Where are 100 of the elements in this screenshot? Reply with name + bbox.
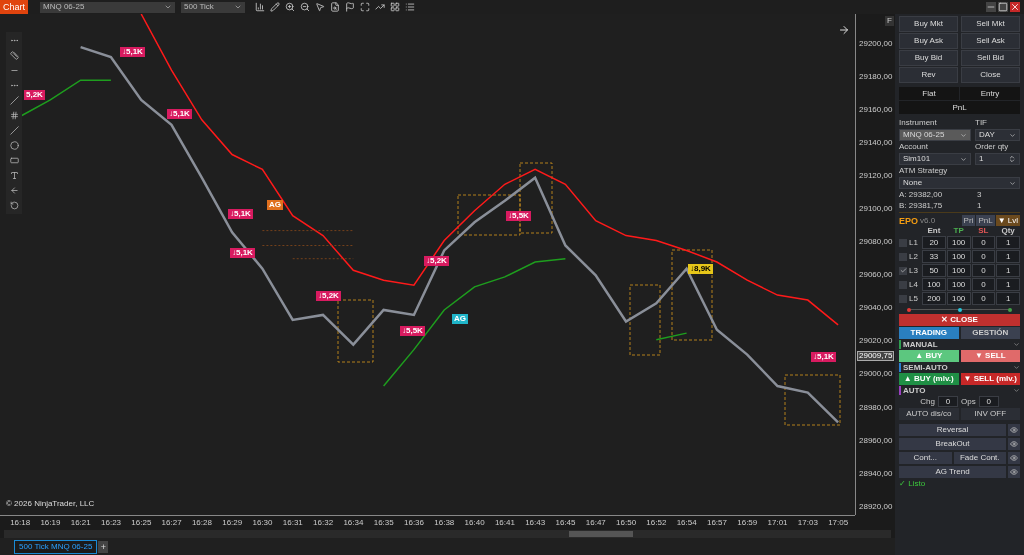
- order-button[interactable]: Buy Ask: [899, 33, 958, 49]
- minimize-icon[interactable]: [986, 2, 996, 12]
- add-tab-button[interactable]: +: [98, 541, 109, 553]
- level-input[interactable]: 100: [946, 278, 971, 291]
- hash-icon[interactable]: [9, 111, 19, 120]
- level-input[interactable]: 50: [922, 264, 946, 277]
- pointer-icon[interactable]: [315, 2, 325, 12]
- pencil-icon[interactable]: [270, 2, 280, 12]
- strategy-button[interactable]: AG Trend: [899, 466, 1006, 478]
- account-dropdown[interactable]: Sim101: [899, 153, 971, 165]
- trade-button[interactable]: ▼ SELL (mlv.): [960, 373, 1020, 385]
- strategy-button[interactable]: Cont...: [899, 452, 952, 464]
- eye-toggle[interactable]: [1008, 452, 1020, 464]
- mode-tab[interactable]: TRADING: [899, 327, 959, 339]
- flag-icon[interactable]: [345, 2, 355, 12]
- level-input[interactable]: 100: [946, 264, 971, 277]
- chart-tab[interactable]: 500 Tick MNQ 06-25: [14, 540, 98, 554]
- counter-field[interactable]: 0: [938, 396, 958, 407]
- strategy-button[interactable]: BreakOut: [899, 438, 1006, 450]
- level-checkbox[interactable]: [899, 252, 907, 261]
- zoom-in-icon[interactable]: [285, 2, 295, 12]
- instrument-dropdown[interactable]: MNQ 06-25: [40, 1, 175, 13]
- bar-chart-icon[interactable]: [255, 2, 265, 12]
- level-input[interactable]: 1: [996, 264, 1020, 277]
- strategy-button[interactable]: Reversal: [899, 424, 1006, 436]
- level-input[interactable]: 1: [996, 278, 1020, 291]
- dropdown-icon[interactable]: [960, 155, 967, 163]
- panel-button[interactable]: F: [885, 16, 894, 26]
- collapse-icon[interactable]: [1013, 364, 1020, 371]
- eye-toggle[interactable]: [1008, 424, 1020, 436]
- maximize-icon[interactable]: [998, 2, 1008, 12]
- chart-button[interactable]: Chart: [0, 0, 28, 14]
- dropdown-icon[interactable]: [1009, 179, 1016, 187]
- order-button[interactable]: Rev: [899, 67, 958, 83]
- spinner-icon[interactable]: [1008, 155, 1016, 163]
- level-input[interactable]: 100: [946, 292, 971, 305]
- auto-toggle-button[interactable]: INV OFF: [960, 408, 1020, 420]
- level-input[interactable]: 0: [971, 278, 996, 291]
- level-input[interactable]: 20: [922, 236, 946, 249]
- order-button[interactable]: Sell Bid: [961, 50, 1020, 66]
- arrow-left-icon[interactable]: [9, 186, 19, 195]
- vertical-line-icon[interactable]: [9, 96, 19, 105]
- view-toggle[interactable]: ▼ Lvl: [995, 215, 1020, 226]
- dotted-lines-icon[interactable]: [9, 36, 19, 45]
- order-button[interactable]: Buy Mkt: [899, 16, 958, 32]
- level-input[interactable]: 0: [971, 236, 996, 249]
- dots-icon[interactable]: [9, 81, 19, 90]
- slider-marker[interactable]: [957, 307, 962, 312]
- order-button[interactable]: Sell Mkt: [961, 16, 1020, 32]
- close-all-button[interactable]: ✕ CLOSE: [899, 314, 1020, 326]
- level-input[interactable]: 100: [946, 236, 971, 249]
- level-input[interactable]: 0: [971, 264, 996, 277]
- order-button[interactable]: Buy Bid: [899, 50, 958, 66]
- view-toggle[interactable]: PnL: [976, 215, 995, 226]
- slider-marker[interactable]: [1008, 307, 1012, 312]
- interval-dropdown[interactable]: 500 Tick: [181, 1, 245, 13]
- level-slider[interactable]: [909, 306, 1010, 313]
- level-input[interactable]: 1: [996, 292, 1020, 305]
- grid-icon[interactable]: [390, 2, 400, 12]
- scrollbar-thumb[interactable]: [569, 531, 633, 537]
- collapse-icon[interactable]: [1013, 341, 1020, 348]
- mode-tab[interactable]: GESTIÓN: [960, 327, 1020, 339]
- order-qty-field[interactable]: 1: [975, 153, 1020, 165]
- level-input[interactable]: 0: [971, 250, 996, 263]
- counter-field[interactable]: 0: [978, 396, 999, 407]
- level-input[interactable]: 100: [946, 250, 971, 263]
- level-checkbox[interactable]: [899, 294, 907, 303]
- order-button[interactable]: Sell Ask: [961, 33, 1020, 49]
- level-input[interactable]: 1: [996, 250, 1020, 263]
- level-checkbox[interactable]: [899, 280, 907, 289]
- atm-strategy-dropdown[interactable]: None: [899, 177, 1020, 189]
- diagonal-line-icon[interactable]: [9, 126, 19, 135]
- document-search-icon[interactable]: [330, 2, 340, 12]
- circle-icon[interactable]: [9, 141, 19, 150]
- level-input[interactable]: 0: [971, 292, 996, 305]
- strategy-button[interactable]: Fade Cont.: [953, 452, 1006, 464]
- slider-marker[interactable]: [907, 307, 911, 312]
- text-icon[interactable]: [9, 171, 19, 180]
- eye-toggle[interactable]: [1008, 466, 1020, 478]
- dropdown-icon[interactable]: [1009, 131, 1016, 139]
- rectangle-icon[interactable]: [9, 156, 19, 165]
- trend-line-icon[interactable]: [375, 2, 385, 12]
- collapse-icon[interactable]: [1013, 387, 1020, 394]
- trade-button[interactable]: ▲ BUY (mlv.): [899, 373, 959, 385]
- eye-toggle[interactable]: [1008, 438, 1020, 450]
- list-icon[interactable]: [405, 2, 415, 12]
- view-toggle[interactable]: Pri: [961, 215, 976, 226]
- order-button[interactable]: Close: [961, 67, 1020, 83]
- horizontal-scrollbar[interactable]: [4, 530, 891, 538]
- level-input[interactable]: 1: [996, 236, 1020, 249]
- arrow-right-icon[interactable]: [838, 24, 850, 36]
- level-checkbox[interactable]: [899, 266, 907, 275]
- close-icon[interactable]: [1010, 2, 1020, 12]
- tif-dropdown[interactable]: DAY: [975, 129, 1020, 141]
- expand-icon[interactable]: [360, 2, 370, 12]
- level-input[interactable]: 100: [922, 278, 946, 291]
- auto-toggle-button[interactable]: AUTO dis/co: [899, 408, 959, 420]
- level-input[interactable]: 33: [922, 250, 946, 263]
- undo-icon[interactable]: [9, 201, 19, 210]
- level-checkbox[interactable]: [899, 238, 907, 247]
